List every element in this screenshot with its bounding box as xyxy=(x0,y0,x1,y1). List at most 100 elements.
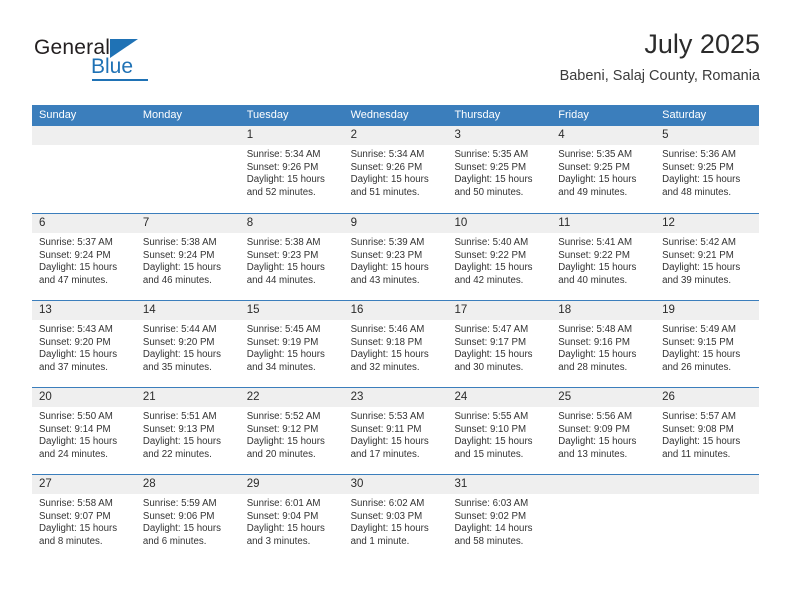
weekday-header-monday: Monday xyxy=(142,109,182,121)
day-info-line: and 15 minutes. xyxy=(454,448,524,460)
calendar-day-cell[interactable]: 13 Sunrise: 5:43 AM Sunset: 9:20 PM Dayligh… xyxy=(32,301,136,387)
day-info-line: Daylight: 15 hours xyxy=(39,349,118,361)
day-info-line: Sunrise: 5:58 AM xyxy=(39,498,113,509)
day-info-line: and 28 minutes. xyxy=(558,361,628,373)
day-number-band: 5 xyxy=(655,126,760,145)
day-info-line: Sunrise: 5:36 AM xyxy=(662,149,736,160)
calendar-day-cell[interactable]: 2 Sunrise: 5:34 AM Sunset: 9:26 PM Daylight… xyxy=(343,126,448,213)
weekday-header-wednesday: Wednesday xyxy=(350,109,409,121)
calendar-day-cell[interactable]: 24 Sunrise: 5:55 AM Sunset: 9:10 PM Dayligh… xyxy=(447,388,552,474)
day-number: 24 xyxy=(454,391,468,403)
calendar-day-cell[interactable]: 10 Sunrise: 5:40 AM Sunset: 9:22 PM Dayligh… xyxy=(447,214,552,300)
logo-underline xyxy=(92,79,148,81)
calendar-day-cell[interactable]: 11 Sunrise: 5:41 AM Sunset: 9:22 PM Dayligh… xyxy=(551,214,656,300)
day-info-line: and 11 minutes. xyxy=(662,448,731,460)
calendar-day-cell[interactable]: 27 Sunrise: 5:58 AM Sunset: 9:07 PM Dayligh… xyxy=(32,475,136,561)
day-sun-info: Sunrise: 5:39 AM Sunset: 9:23 PM Daylight:… xyxy=(344,233,448,287)
day-info-line: Sunrise: 5:35 AM xyxy=(454,149,529,160)
calendar-day-cell[interactable]: 25 Sunrise: 5:56 AM Sunset: 9:09 PM Dayligh… xyxy=(551,388,656,474)
calendar-day-cell[interactable]: 16 Sunrise: 5:46 AM Sunset: 9:18 PM Dayligh… xyxy=(343,301,448,387)
day-info-line: Daylight: 15 hours xyxy=(454,349,533,361)
day-info-line: and 26 minutes. xyxy=(662,361,732,373)
calendar-week-row: 13 Sunrise: 5:43 AM Sunset: 9:20 PM Dayligh… xyxy=(32,300,760,387)
calendar-day-cell[interactable]: 18 Sunrise: 5:48 AM Sunset: 9:16 PM Dayligh… xyxy=(551,301,656,387)
day-info-line: and 52 minutes. xyxy=(246,186,316,198)
calendar-day-cell[interactable]: 12 Sunrise: 5:42 AM Sunset: 9:21 PM Dayligh… xyxy=(655,214,760,300)
day-info-line: Sunset: 9:14 PM xyxy=(39,423,111,435)
calendar-day-cell[interactable]: 19 Sunrise: 5:49 AM Sunset: 9:15 PM Dayligh… xyxy=(655,301,760,387)
calendar-day-cell[interactable]: 4 Sunrise: 5:35 AM Sunset: 9:25 PM Daylight… xyxy=(551,126,656,213)
day-info-line: Sunset: 9:23 PM xyxy=(350,249,423,261)
day-info-line: Daylight: 15 hours xyxy=(350,174,429,186)
generalblue-logo: General Blue xyxy=(34,36,214,86)
day-sun-info: Sunrise: 5:55 AM Sunset: 9:10 PM Daylight:… xyxy=(447,407,551,461)
day-info-line: Sunset: 9:25 PM xyxy=(454,161,527,173)
calendar-day-cell[interactable]: 7 Sunrise: 5:38 AM Sunset: 9:24 PM Daylight… xyxy=(135,214,240,300)
day-info-line: Sunrise: 5:40 AM xyxy=(454,237,529,248)
day-number-band: 1 xyxy=(239,126,344,145)
day-number: 13 xyxy=(39,304,52,316)
calendar-day-cell[interactable]: 8 Sunrise: 5:38 AM Sunset: 9:23 PM Daylight… xyxy=(239,214,344,300)
day-sun-info: Sunrise: 5:58 AM Sunset: 9:07 PM Daylight:… xyxy=(32,494,136,548)
day-number-band: 23 xyxy=(343,388,448,407)
day-info-line: Sunrise: 5:41 AM xyxy=(558,237,633,248)
calendar-day-cell[interactable]: 21 Sunrise: 5:51 AM Sunset: 9:13 PM Dayligh… xyxy=(135,388,240,474)
day-number-band: 17 xyxy=(447,301,552,320)
day-info-line: Sunset: 9:19 PM xyxy=(246,336,319,348)
title-block: July 2025 Babeni, Salaj County, Romania xyxy=(560,28,760,86)
calendar-day-cell[interactable]: 26 Sunrise: 5:57 AM Sunset: 9:08 PM Dayligh… xyxy=(655,388,760,474)
day-number-band xyxy=(655,475,760,494)
calendar-day-cell[interactable]: 3 Sunrise: 5:35 AM Sunset: 9:25 PM Daylight… xyxy=(447,126,552,213)
day-info-line: Sunset: 9:13 PM xyxy=(142,423,215,435)
day-info-line: Sunrise: 5:38 AM xyxy=(142,237,217,248)
day-info-line: and 37 minutes. xyxy=(39,361,108,373)
day-number-band: 11 xyxy=(551,214,656,233)
day-number: 17 xyxy=(454,304,468,316)
day-number: 31 xyxy=(454,478,468,490)
day-info-line: Sunset: 9:24 PM xyxy=(142,249,215,261)
day-number-band: 16 xyxy=(343,301,448,320)
day-info-line: Sunrise: 5:38 AM xyxy=(246,237,321,248)
day-sun-info: Sunrise: 5:41 AM Sunset: 9:22 PM Daylight:… xyxy=(551,233,655,287)
day-info-line: Daylight: 15 hours xyxy=(142,436,221,448)
day-info-line: Sunrise: 6:01 AM xyxy=(246,498,321,509)
day-info-line: Daylight: 15 hours xyxy=(662,349,741,361)
calendar-day-cell[interactable]: 20 Sunrise: 5:50 AM Sunset: 9:14 PM Dayligh… xyxy=(32,388,136,474)
weekday-header-saturday: Saturday xyxy=(662,109,707,121)
calendar-day-cell[interactable]: 15 Sunrise: 5:45 AM Sunset: 9:19 PM Dayligh… xyxy=(239,301,344,387)
calendar-day-cell[interactable]: 28 Sunrise: 5:59 AM Sunset: 9:06 PM Dayligh… xyxy=(135,475,240,561)
calendar-day-cell[interactable]: 6 Sunrise: 5:37 AM Sunset: 9:24 PM Daylight… xyxy=(32,214,136,300)
calendar-day-cell[interactable]: 22 Sunrise: 5:52 AM Sunset: 9:12 PM Dayligh… xyxy=(239,388,344,474)
day-number-band: 12 xyxy=(655,214,760,233)
day-info-line: Sunset: 9:22 PM xyxy=(454,249,527,261)
calendar-day-cell[interactable]: 1 Sunrise: 5:34 AM Sunset: 9:26 PM Daylight… xyxy=(239,126,344,213)
day-number: 4 xyxy=(558,129,565,141)
day-info-line: Sunrise: 5:46 AM xyxy=(350,324,425,335)
day-info-line: Sunset: 9:22 PM xyxy=(558,249,630,261)
day-number-band xyxy=(32,126,136,145)
calendar-day-cell[interactable]: 29 Sunrise: 6:01 AM Sunset: 9:04 PM Dayligh… xyxy=(239,475,344,561)
calendar-day-cell[interactable]: 5 Sunrise: 5:36 AM Sunset: 9:25 PM Daylight… xyxy=(655,126,760,213)
day-number-band: 26 xyxy=(655,388,760,407)
day-info-line: and 47 minutes. xyxy=(39,274,108,286)
calendar-day-cell[interactable]: 31 Sunrise: 6:03 AM Sunset: 9:02 PM Dayligh… xyxy=(447,475,552,561)
day-number-band xyxy=(135,126,240,145)
day-info-line: Sunset: 9:17 PM xyxy=(454,336,527,348)
day-info-line: Sunrise: 5:49 AM xyxy=(662,324,736,335)
calendar-day-cell[interactable]: 30 Sunrise: 6:02 AM Sunset: 9:03 PM Dayligh… xyxy=(343,475,448,561)
page-subtitle: Babeni, Salaj County, Romania xyxy=(559,68,760,84)
day-info-line: Sunset: 9:25 PM xyxy=(662,161,734,173)
calendar-day-cell[interactable]: 14 Sunrise: 5:44 AM Sunset: 9:20 PM Dayligh… xyxy=(135,301,240,387)
day-info-line: and 46 minutes. xyxy=(142,274,212,286)
day-number-band: 29 xyxy=(239,475,344,494)
calendar-day-cell[interactable]: 17 Sunrise: 5:47 AM Sunset: 9:17 PM Dayligh… xyxy=(447,301,552,387)
day-sun-info: Sunrise: 5:57 AM Sunset: 9:08 PM Daylight:… xyxy=(655,407,759,461)
calendar-day-cell[interactable]: 23 Sunrise: 5:53 AM Sunset: 9:11 PM Dayligh… xyxy=(343,388,448,474)
calendar-day-cell[interactable]: 9 Sunrise: 5:39 AM Sunset: 9:23 PM Daylight… xyxy=(343,214,448,300)
day-info-line: Sunrise: 5:50 AM xyxy=(39,411,113,422)
day-info-line: Sunset: 9:18 PM xyxy=(350,336,423,348)
day-info-line: and 3 minutes. xyxy=(246,535,311,547)
day-sun-info: Sunrise: 6:01 AM Sunset: 9:04 PM Daylight:… xyxy=(240,494,344,548)
day-info-line: Daylight: 15 hours xyxy=(454,262,533,274)
day-info-line: Sunrise: 5:59 AM xyxy=(142,498,217,509)
